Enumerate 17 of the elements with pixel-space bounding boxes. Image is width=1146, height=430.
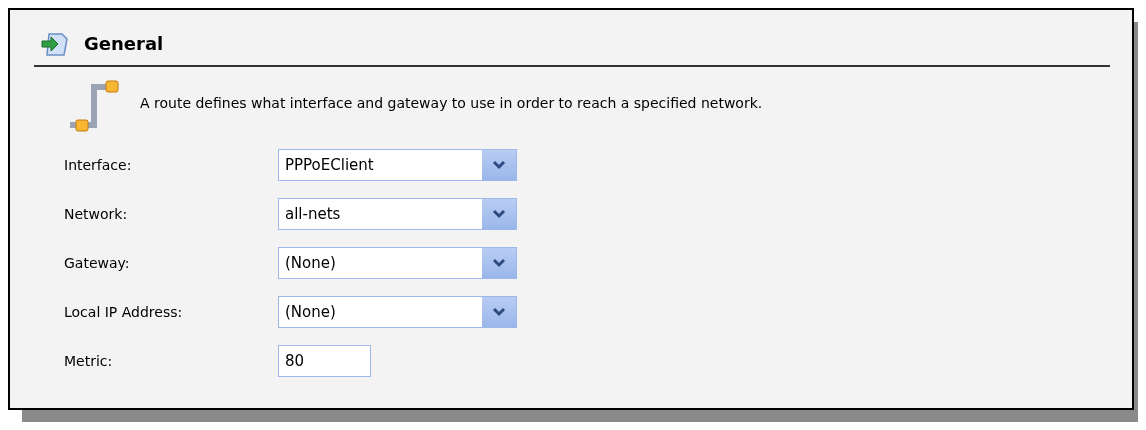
field-label: Network: xyxy=(64,204,129,224)
chevron-down-icon xyxy=(482,248,516,278)
dropdown[interactable]: all-nets xyxy=(278,198,517,230)
page-arrow-icon xyxy=(40,30,70,57)
field-label: Local IP Address: xyxy=(64,302,184,322)
field-label: Interface: xyxy=(64,155,133,175)
chevron-down-icon xyxy=(482,150,516,180)
section-title: General xyxy=(84,32,164,56)
field-label: Metric: xyxy=(64,351,114,371)
description: A route defines what interface and gateway to use in order to reach a specified network. xyxy=(140,94,763,113)
dropdown[interactable]: (None) xyxy=(278,296,517,328)
input-field[interactable]: 80 xyxy=(278,345,371,377)
chevron-down-icon xyxy=(482,199,516,229)
dropdown[interactable]: (None) xyxy=(278,247,517,279)
chevron-down-icon xyxy=(482,297,516,327)
dropdown[interactable]: PPPoEClient xyxy=(278,149,517,181)
field-label: Gateway: xyxy=(64,253,131,273)
